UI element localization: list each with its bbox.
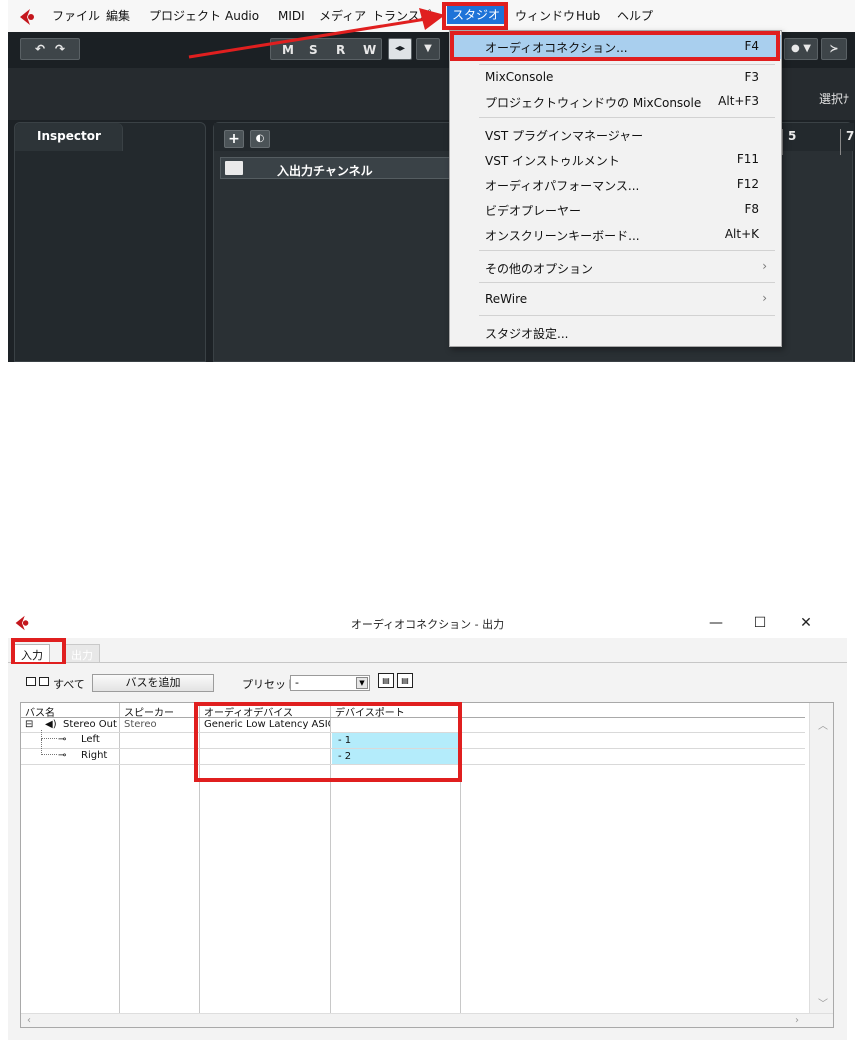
menu-separator (479, 282, 775, 283)
channel-name: Left (81, 734, 100, 745)
collapse-all-icon[interactable] (39, 677, 49, 686)
preset-value: - (295, 676, 299, 689)
minimize-icon[interactable]: — (701, 612, 731, 634)
preset-label: プリセット (242, 678, 297, 691)
chevron-down-icon[interactable]: ▼ (356, 677, 368, 689)
tab-inspector[interactable]: Inspector (15, 123, 123, 151)
selection-text: 選択ﾅ (818, 92, 849, 106)
menu-item-label: ReWire (485, 292, 528, 306)
channel-name: Right (81, 750, 108, 761)
menu-item-vst-instruments[interactable]: VST インストゥルメント F11 (450, 148, 781, 172)
menu-item-shortcut: F8 (744, 202, 759, 216)
scroll-up-icon[interactable]: ︿ (818, 717, 828, 732)
toolbar-dropdown-icon[interactable]: ● ▼ (784, 38, 818, 60)
menu-item-label: その他のオプション (485, 262, 594, 276)
close-icon[interactable]: ✕ (791, 612, 821, 634)
submenu-arrow-icon: › (762, 259, 767, 273)
bus-speaker: Stereo (124, 719, 157, 730)
menu-item-label: VST インストゥルメント (485, 154, 620, 168)
menu-item-label: MixConsole (485, 70, 554, 84)
menu-edit[interactable]: 編集 (106, 8, 130, 24)
track-preset-icon[interactable]: ◐ (250, 130, 270, 148)
crossfade-icon[interactable]: ≻ (821, 38, 847, 60)
menu-item-audio-performance[interactable]: オーディオパフォーマンス... F12 (450, 173, 781, 197)
inspector-panel: Inspector (14, 122, 206, 362)
tab-output[interactable]: 出力 (64, 644, 100, 663)
menu-separator (479, 64, 775, 65)
horizontal-scrollbar[interactable]: ‹ › (21, 1013, 833, 1027)
menu-item-shortcut: Alt+F3 (718, 94, 759, 108)
track-row[interactable]: 入出力チャンネル (220, 157, 450, 179)
speaker-icon: ◀) (45, 719, 57, 730)
menu-item-mixconsole[interactable]: MixConsole F3 (450, 66, 781, 90)
studio-menu-dropdown: オーディオコネクション... F4 MixConsole F3 プロジェクトウィ… (449, 30, 782, 347)
tree-connector (41, 730, 57, 739)
device-columns-highlight (194, 702, 462, 782)
input-tab-highlight (11, 638, 66, 666)
menu-separator (479, 315, 775, 316)
menu-item-video-player[interactable]: ビデオプレーヤー F8 (450, 198, 781, 222)
scroll-right-icon[interactable]: › (795, 1015, 799, 1026)
tree-connector (41, 739, 57, 755)
menu-separator (479, 250, 775, 251)
menu-item-shortcut: F3 (744, 70, 759, 84)
menu-item-onscreen-keyboard[interactable]: オンスクリーンキーボード... Alt+K (450, 223, 781, 247)
ruler-bar-5[interactable]: 5 (782, 129, 838, 155)
channel-port-icon: ⊸ (58, 750, 67, 761)
channel-port-icon: ⊸ (58, 734, 67, 745)
add-bus-button[interactable]: バスを追加 (92, 674, 214, 692)
preset-select[interactable]: - ▼ (290, 675, 370, 691)
redo-icon[interactable]: ↷ (55, 42, 65, 56)
scroll-left-icon[interactable]: ‹ (27, 1015, 31, 1026)
io-tabs: 入力 出力 (8, 639, 847, 663)
menu-item-shortcut: Alt+K (724, 227, 759, 241)
menu-item-label: ビデオプレーヤー (485, 204, 582, 218)
all-label: すべて (53, 678, 85, 691)
submenu-arrow-icon: › (762, 291, 767, 305)
undo-icon[interactable]: ↶ (35, 42, 45, 56)
annotation-arrow-icon (188, 8, 445, 59)
menu-item-more-options[interactable]: その他のオプション › (450, 256, 781, 280)
menu-item-label: スタジオ設定... (485, 327, 569, 341)
menu-file[interactable]: ファイル (52, 8, 100, 24)
menu-item-label: プロジェクトウィンドウの MixConsole (485, 96, 702, 110)
audio-connections-dialog: オーディオコネクション - 出力 — ☐ ✕ 入力 出力 すべて バスを追加 プ… (8, 608, 847, 1040)
menu-window[interactable]: ウィンドウ (515, 8, 575, 24)
menu-item-label: オンスクリーンキーボード... (485, 229, 640, 243)
vertical-scrollbar[interactable]: ︿ ﹀ (809, 703, 833, 1013)
expand-all-icon[interactable] (26, 677, 36, 686)
cubase-window: ファイル 編集 プロジェクト Audio MIDI メディア トランスポート ス… (8, 0, 855, 362)
bus-name: Stereo Out (63, 719, 117, 730)
menu-item-rewire[interactable]: ReWire › (450, 288, 781, 312)
menu-item-shortcut: F12 (736, 177, 759, 191)
menu-item-studio-setup[interactable]: スタジオ設定... (450, 321, 781, 345)
menu-hub[interactable]: Hub (576, 8, 600, 24)
expander-icon[interactable]: ⊟ (25, 719, 33, 730)
menu-separator (479, 117, 775, 118)
save-preset-icon[interactable]: ▤ (378, 673, 394, 688)
delete-preset-icon[interactable]: ▤ (397, 673, 413, 688)
cubase-logo-icon[interactable] (16, 7, 38, 27)
dialog-titlebar: オーディオコネクション - 出力 — ☐ ✕ (8, 608, 847, 638)
scroll-down-icon[interactable]: ﹀ (818, 995, 828, 1010)
menu-item-vst-plugin-manager[interactable]: VST プラグインマネージャー (450, 123, 781, 147)
menu-item-label: オーディオパフォーマンス... (485, 179, 640, 193)
menu-item-label: VST プラグインマネージャー (485, 129, 644, 143)
column-divider (119, 703, 120, 1013)
track-name: 入出力チャンネル (277, 164, 373, 178)
audio-connections-highlight (450, 31, 780, 61)
ruler-bar-7[interactable]: 7 (840, 129, 854, 155)
menu-help[interactable]: ヘルプ (617, 8, 653, 24)
maximize-icon[interactable]: ☐ (745, 612, 775, 634)
menu-item-shortcut: F11 (736, 152, 759, 166)
dialog-toolbar: すべて バスを追加 プリセット - ▼ ▤ ▤ (8, 664, 847, 696)
folder-icon (225, 161, 243, 175)
undo-redo-group: ↶ ↷ (20, 38, 80, 60)
add-track-icon[interactable]: + (224, 130, 244, 148)
menu-item-project-mixconsole[interactable]: プロジェクトウィンドウの MixConsole Alt+F3 (450, 90, 781, 114)
